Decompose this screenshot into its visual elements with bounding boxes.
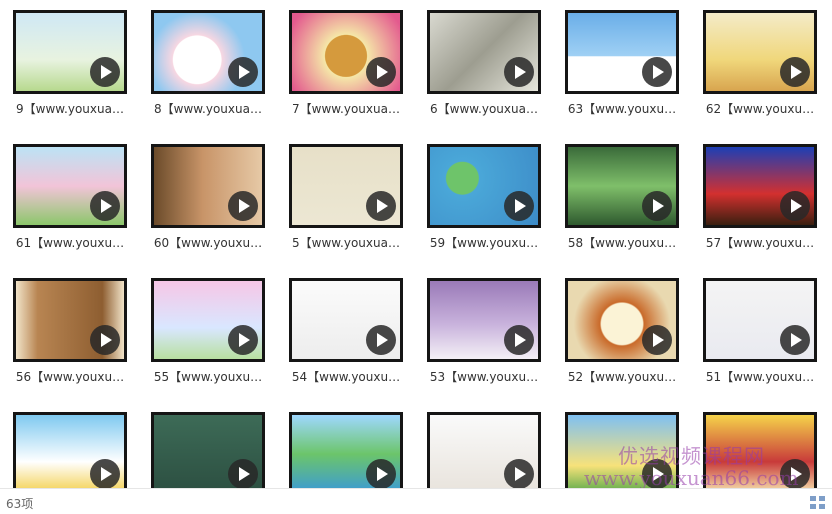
video-tile[interactable]: 60【www.youxu…	[151, 144, 265, 264]
video-thumbnail[interactable]	[427, 144, 541, 228]
play-icon[interactable]	[90, 57, 120, 87]
play-icon[interactable]	[90, 191, 120, 221]
video-thumbnail[interactable]	[703, 412, 817, 488]
video-thumbnail[interactable]	[427, 412, 541, 488]
video-title[interactable]: 56【www.youxu…	[13, 368, 127, 385]
video-tile[interactable]: 51【www.youxu…	[703, 278, 817, 398]
video-title[interactable]: 51【www.youxu…	[703, 368, 817, 385]
play-icon[interactable]	[366, 459, 396, 488]
video-title[interactable]: 8【www.youxua…	[151, 100, 265, 117]
play-icon[interactable]	[228, 57, 258, 87]
video-title[interactable]: 54【www.youxu…	[289, 368, 403, 385]
item-count: 63项	[6, 497, 34, 511]
video-thumbnail[interactable]	[703, 144, 817, 228]
play-icon[interactable]	[228, 325, 258, 355]
video-thumbnail[interactable]	[151, 144, 265, 228]
video-title[interactable]: 55【www.youxu…	[151, 368, 265, 385]
video-tile[interactable]	[289, 412, 403, 488]
play-icon[interactable]	[642, 325, 672, 355]
play-icon[interactable]	[366, 191, 396, 221]
video-tile[interactable]: 56【www.youxu…	[13, 278, 127, 398]
video-tile[interactable]: 53【www.youxu…	[427, 278, 541, 398]
play-icon[interactable]	[366, 325, 396, 355]
video-tile[interactable]	[151, 412, 265, 488]
play-icon[interactable]	[780, 191, 810, 221]
play-icon[interactable]	[504, 325, 534, 355]
video-title[interactable]: 60【www.youxu…	[151, 234, 265, 251]
video-title[interactable]: 52【www.youxu…	[565, 368, 679, 385]
status-bar: 63项	[0, 488, 832, 514]
video-title[interactable]: 5【www.youxua…	[289, 234, 403, 251]
video-tile[interactable]: 7【www.youxua…	[289, 10, 403, 130]
video-tile[interactable]: 8【www.youxua…	[151, 10, 265, 130]
video-tile[interactable]: 5【www.youxua…	[289, 144, 403, 264]
video-tile[interactable]: 63【www.youxu…	[565, 10, 679, 130]
video-thumbnail[interactable]	[703, 278, 817, 362]
video-thumbnail[interactable]	[13, 412, 127, 488]
video-thumbnail[interactable]	[565, 144, 679, 228]
video-thumbnail[interactable]	[565, 10, 679, 94]
video-thumbnail[interactable]	[13, 10, 127, 94]
video-thumbnail[interactable]	[151, 10, 265, 94]
video-title[interactable]: 61【www.youxu…	[13, 234, 127, 251]
play-icon[interactable]	[228, 459, 258, 488]
play-icon[interactable]	[780, 57, 810, 87]
video-title[interactable]: 9【www.youxua…	[13, 100, 127, 117]
video-title[interactable]: 57【www.youxu…	[703, 234, 817, 251]
video-tile[interactable]: 9【www.youxua…	[13, 10, 127, 130]
video-thumbnail[interactable]	[565, 412, 679, 488]
play-icon[interactable]	[642, 191, 672, 221]
video-tile[interactable]	[565, 412, 679, 488]
video-thumbnail[interactable]	[13, 278, 127, 362]
video-thumbnail[interactable]	[703, 10, 817, 94]
video-tile[interactable]	[427, 412, 541, 488]
video-title[interactable]: 58【www.youxu…	[565, 234, 679, 251]
play-icon[interactable]	[228, 191, 258, 221]
video-thumbnail[interactable]	[151, 412, 265, 488]
video-tile[interactable]: 57【www.youxu…	[703, 144, 817, 264]
play-icon[interactable]	[90, 325, 120, 355]
play-icon[interactable]	[366, 57, 396, 87]
play-icon[interactable]	[780, 325, 810, 355]
play-icon[interactable]	[504, 191, 534, 221]
view-toggle-icon[interactable]	[810, 496, 826, 510]
play-icon[interactable]	[90, 459, 120, 488]
video-tile[interactable]: 59【www.youxu…	[427, 144, 541, 264]
video-tile[interactable]: 61【www.youxu…	[13, 144, 127, 264]
video-thumbnail[interactable]	[289, 10, 403, 94]
video-tile[interactable]	[13, 412, 127, 488]
video-title[interactable]: 7【www.youxua…	[289, 100, 403, 117]
play-icon[interactable]	[642, 459, 672, 488]
video-thumbnail[interactable]	[289, 144, 403, 228]
video-title[interactable]: 53【www.youxu…	[427, 368, 541, 385]
video-thumbnail[interactable]	[289, 412, 403, 488]
video-title[interactable]: 63【www.youxu…	[565, 100, 679, 117]
video-tile[interactable]: 62【www.youxu…	[703, 10, 817, 130]
video-title[interactable]: 59【www.youxu…	[427, 234, 541, 251]
video-title[interactable]: 6【www.youxua…	[427, 100, 541, 117]
video-tile[interactable]: 55【www.youxu…	[151, 278, 265, 398]
play-icon[interactable]	[780, 459, 810, 488]
play-icon[interactable]	[642, 57, 672, 87]
video-thumbnail[interactable]	[427, 10, 541, 94]
video-thumbnail[interactable]	[565, 278, 679, 362]
play-icon[interactable]	[504, 57, 534, 87]
video-tile[interactable]	[703, 412, 817, 488]
video-thumbnail[interactable]	[13, 144, 127, 228]
play-icon[interactable]	[504, 459, 534, 488]
video-tile[interactable]: 58【www.youxu…	[565, 144, 679, 264]
video-tile[interactable]: 54【www.youxu…	[289, 278, 403, 398]
video-thumbnail[interactable]	[289, 278, 403, 362]
video-tile[interactable]: 52【www.youxu…	[565, 278, 679, 398]
video-tile[interactable]: 6【www.youxua…	[427, 10, 541, 130]
video-thumbnail[interactable]	[151, 278, 265, 362]
video-title[interactable]: 62【www.youxu…	[703, 100, 817, 117]
thumbnail-grid: 9【www.youxua… 8【www.youxua… 7【www.youxua… 6…	[0, 0, 832, 488]
video-thumbnail[interactable]	[427, 278, 541, 362]
